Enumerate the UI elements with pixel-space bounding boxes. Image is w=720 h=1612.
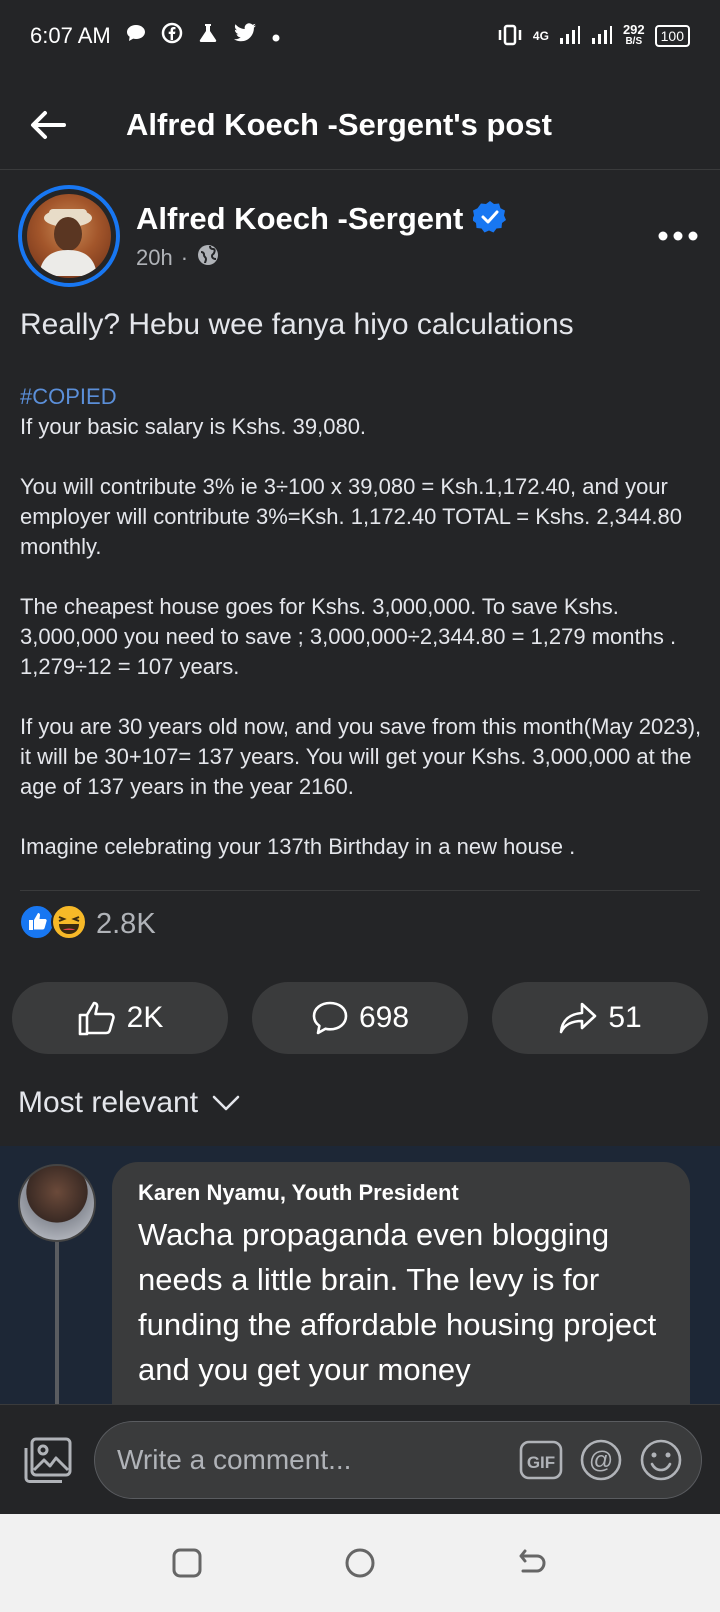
author-avatar[interactable]: [18, 185, 120, 287]
home-button[interactable]: [330, 1533, 390, 1593]
smiley-icon: [640, 1439, 682, 1480]
chevron-down-icon: [212, 1095, 240, 1111]
recents-button[interactable]: [157, 1533, 217, 1593]
svg-text:@: @: [589, 1447, 613, 1474]
hashtag-link[interactable]: #COPIED: [20, 382, 710, 412]
comment-bubble-icon: [312, 1001, 348, 1035]
comment-field-container: GIF @: [94, 1420, 702, 1499]
comment-count: 698: [358, 1001, 410, 1034]
photo-button[interactable]: [18, 1430, 78, 1490]
circle-icon: [345, 1548, 375, 1578]
at-sign-icon: @: [580, 1439, 622, 1480]
mention-button[interactable]: @: [579, 1438, 623, 1482]
comment-bubble[interactable]: Karen Nyamu, Youth President Wacha propa…: [112, 1162, 690, 1404]
avatar-image: [27, 194, 111, 278]
net-speed: 292 B/S: [622, 22, 645, 48]
comment-input[interactable]: [117, 1443, 519, 1476]
svg-text:GIF: GIF: [527, 1453, 555, 1472]
battery-icon: 100: [654, 25, 690, 47]
share-count: 51: [608, 1001, 642, 1034]
thread-line: [55, 1226, 59, 1404]
gif-icon: GIF: [519, 1440, 563, 1479]
share-button[interactable]: 51: [492, 982, 708, 1054]
system-nav-bar: [0, 1514, 720, 1612]
verified-badge-icon: [472, 200, 507, 239]
globe-icon: [196, 243, 220, 273]
emoji-button[interactable]: [639, 1438, 683, 1482]
image-gallery-icon: [24, 1437, 72, 1483]
signal-icon-2: [591, 25, 613, 48]
return-arrow-icon: [519, 1549, 546, 1573]
reaction-count: 2.8K: [96, 907, 156, 940]
speed-unit: B/S: [625, 36, 643, 47]
comments-list: Karen Nyamu, Youth President Wacha propa…: [0, 1146, 720, 1404]
post-body: #COPIED If your basic salary is Kshs. 39,…: [20, 382, 710, 862]
dot-icon: [271, 23, 281, 49]
post-text: If your basic salary is Kshs. 39,080. Yo…: [20, 414, 702, 859]
back-nav-button[interactable]: [503, 1533, 563, 1593]
post-headline: Really? Hebu wee fanya hiyo calculations: [20, 308, 574, 341]
commenter-avatar[interactable]: [18, 1164, 96, 1242]
reactions-summary[interactable]: 2.8K: [18, 903, 156, 946]
arrow-left-icon: [31, 110, 66, 139]
speed-value: 292: [622, 22, 645, 37]
more-options-button[interactable]: [648, 206, 708, 266]
twitter-icon: [233, 23, 257, 49]
page-title: Alfred Koech -Sergent's post: [126, 106, 552, 142]
author-name[interactable]: Alfred Koech -Sergent: [136, 201, 463, 237]
network-label: 4G: [532, 29, 549, 43]
comment-composer: GIF @: [0, 1404, 720, 1514]
signal-icon: [559, 25, 581, 48]
thumbs-up-icon: [78, 1001, 115, 1036]
comment-sort-dropdown[interactable]: Most relevant: [18, 1086, 240, 1120]
flask-icon: [197, 22, 219, 50]
more-dots-icon: [658, 231, 698, 241]
author-info: Alfred Koech -Sergent 20h ·: [136, 200, 507, 273]
comment-text: Wacha propaganda even blogging needs a l…: [138, 1217, 657, 1387]
comment-button[interactable]: 698: [252, 982, 468, 1054]
divider: [20, 890, 700, 891]
like-button[interactable]: 2K: [12, 982, 228, 1054]
haha-reaction-icon: [50, 903, 88, 946]
chat-icon: [125, 23, 147, 49]
like-count: 2K: [126, 1001, 164, 1034]
post-actions: 2K 698 51: [12, 982, 708, 1054]
gif-button[interactable]: GIF: [519, 1438, 563, 1482]
share-arrow-icon: [560, 1002, 597, 1034]
status-time: 6:07 AM: [30, 23, 111, 48]
post-author-row: Alfred Koech -Sergent 20h ·: [18, 185, 708, 287]
square-icon: [172, 1548, 202, 1578]
vibrate-icon: [497, 24, 523, 49]
sort-label: Most relevant: [18, 1086, 199, 1119]
facebook-icon: [161, 22, 183, 50]
profile-photo: [39, 209, 97, 276]
meta-separator: ·: [180, 244, 189, 270]
post-header: Alfred Koech -Sergent's post: [0, 80, 720, 170]
post-time[interactable]: 20h: [136, 245, 173, 271]
commenter-name[interactable]: Karen Nyamu, Youth President: [138, 1180, 664, 1206]
status-bar: 6:07 AM 4G 292 B/S 100: [0, 0, 720, 72]
back-button[interactable]: [0, 80, 96, 170]
